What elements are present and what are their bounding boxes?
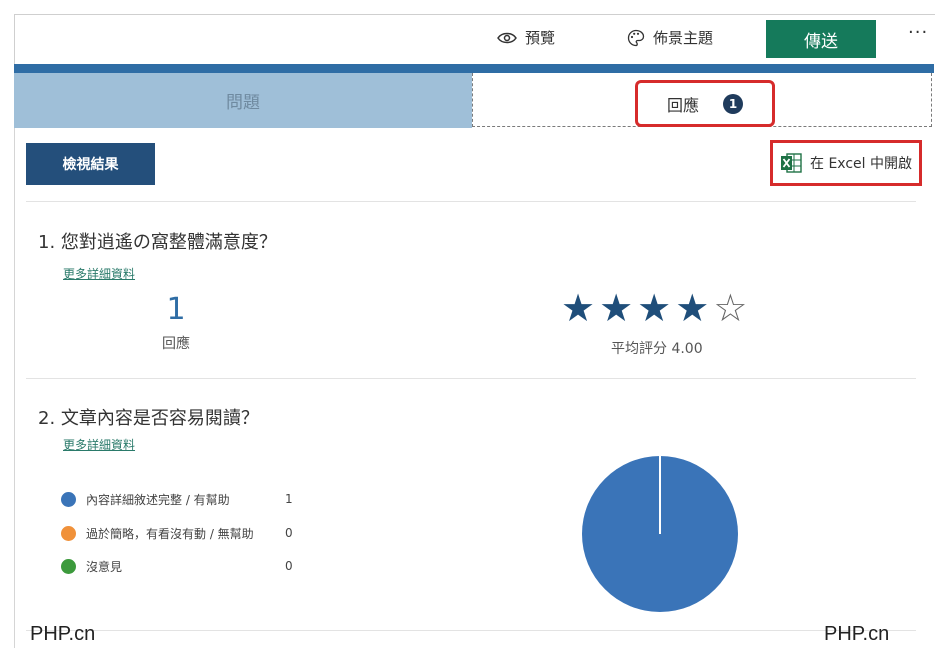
star-3-icon: ★ (637, 286, 676, 330)
section-divider (26, 630, 916, 631)
question-2-legend: 內容詳細敘述完整 / 有幫助 1 過於簡略，有看沒有動 / 無幫助 0 沒意見 … (61, 491, 321, 581)
star-1-icon: ★ (561, 286, 600, 330)
legend-count: 1 (285, 492, 293, 506)
tab-responses-highlight[interactable]: 回應 1 (635, 80, 775, 127)
responses-count-badge: 1 (723, 93, 743, 114)
open-in-excel-button[interactable]: 在 Excel 中開啟 (770, 140, 922, 186)
legend-count: 0 (285, 526, 293, 540)
section-divider (26, 378, 916, 379)
question-2-text: 文章內容是否容易閱讀？ (60, 408, 259, 429)
open-in-excel-label: 在 Excel 中開啟 (810, 156, 912, 172)
legend-item: 過於簡略，有看沒有動 / 無幫助 (61, 525, 254, 542)
question-2-more-details-link[interactable]: 更多詳細資料 (63, 436, 135, 453)
theme-button[interactable]: 佈景主題 (627, 27, 713, 48)
question-2-pie-chart (582, 456, 738, 612)
view-results-button[interactable]: 檢視結果 (26, 143, 155, 185)
watermark-right: PHP.cn (824, 623, 890, 645)
question-1-more-details-link[interactable]: 更多詳細資料 (63, 265, 135, 282)
question-1-response-label: 回應 (162, 336, 190, 352)
preview-label: 預覽 (525, 29, 556, 47)
question-2-title: 2. 文章內容是否容易閱讀？ (38, 404, 259, 430)
question-1-star-rating: ★★★★☆ (561, 286, 751, 330)
question-2-number: 2. (38, 408, 56, 429)
question-1-number: 1. (38, 232, 56, 253)
question-1-average-rating: 平均評分 4.00 (611, 341, 703, 357)
question-1-text: 您對逍遙の窩整體滿意度？ (60, 232, 277, 253)
more-options-icon[interactable]: ··· (908, 22, 928, 43)
header-band (14, 64, 934, 73)
tab-questions-label: 問題 (226, 93, 260, 113)
watermark-left: PHP.cn (30, 623, 96, 645)
preview-button[interactable]: 預覽 (497, 27, 555, 48)
question-1-title: 1. 您對逍遙の窩整體滿意度？ (38, 228, 277, 254)
excel-icon (781, 153, 802, 173)
tab-responses-label: 回應 (666, 95, 699, 115)
palette-icon (627, 29, 645, 46)
legend-dot-icon (61, 492, 76, 507)
theme-label: 佈景主題 (653, 29, 714, 47)
legend-label: 過於簡略，有看沒有動 / 無幫助 (86, 527, 254, 541)
content-border (14, 128, 15, 648)
legend-dot-icon (61, 559, 76, 574)
tab-questions[interactable]: 問題 (14, 73, 472, 128)
question-1-response-count: 1 (166, 292, 186, 327)
legend-item: 沒意見 (61, 558, 122, 575)
eye-icon (497, 32, 517, 43)
star-5-icon: ☆ (713, 286, 752, 330)
star-4-icon: ★ (675, 286, 714, 330)
star-2-icon: ★ (599, 286, 638, 330)
send-button[interactable]: 傳送 (766, 20, 876, 58)
section-divider (26, 201, 916, 202)
legend-label: 沒意見 (86, 560, 123, 574)
legend-dot-icon (61, 526, 76, 541)
legend-item: 內容詳細敘述完整 / 有幫助 (61, 491, 230, 508)
legend-label: 內容詳細敘述完整 / 有幫助 (86, 493, 230, 507)
legend-count: 0 (285, 559, 293, 573)
